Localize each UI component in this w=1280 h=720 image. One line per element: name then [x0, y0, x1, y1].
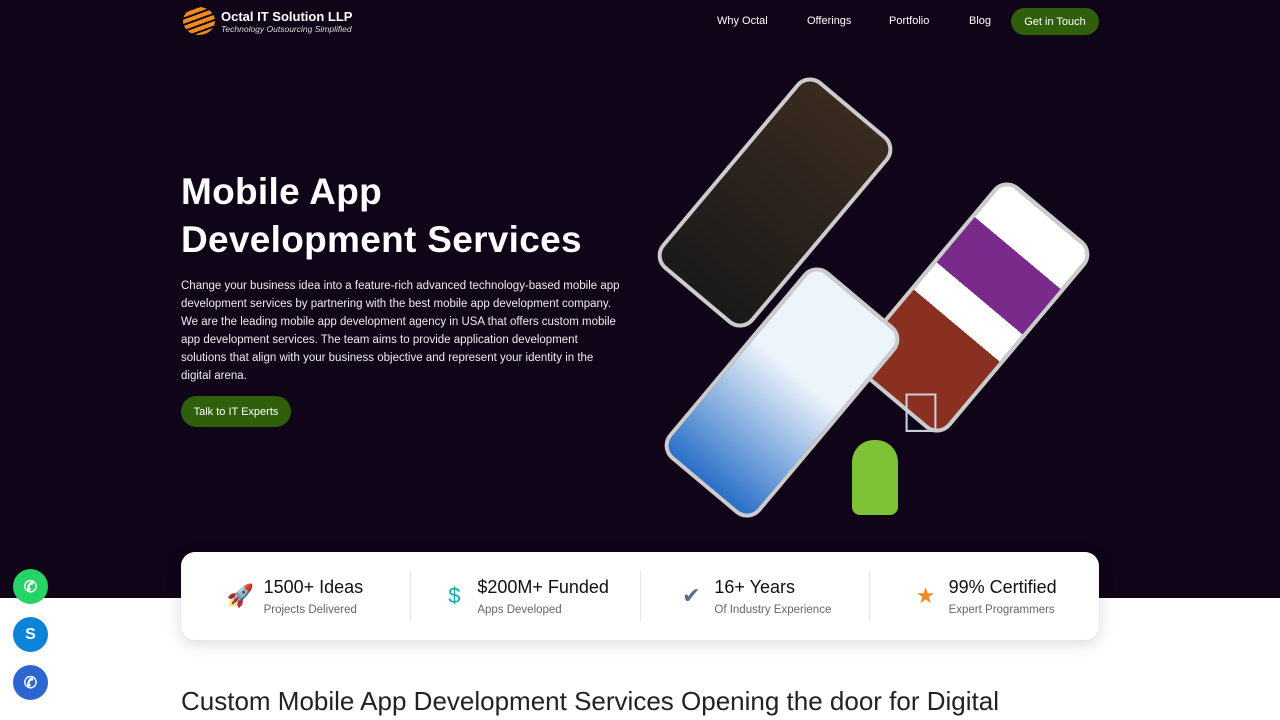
- stat-label: Projects Delivered: [263, 603, 357, 616]
- stat-value: 99% Certified: [948, 576, 1057, 597]
- stat-value: 16+ Years: [714, 576, 795, 597]
- stat-item: ★ 99% Certified Expert Programmers: [870, 571, 1099, 621]
- stat-value: $200M+ Funded: [477, 576, 609, 597]
- whatsapp-icon: ✆: [23, 578, 38, 596]
- whatsapp-button[interactable]: ✆: [13, 569, 48, 604]
- stat-item: 🚀 1500+ Ideas Projects Delivered: [181, 571, 411, 621]
- nav-offerings[interactable]: Offerings: [807, 15, 851, 27]
- page-title: Mobile App Development Services: [181, 168, 582, 264]
- hero-description: Change your business idea into a feature…: [181, 280, 620, 382]
- skype-icon: S: [25, 625, 36, 643]
- title-line: Mobile App: [181, 171, 382, 212]
- logo[interactable]: Octal IT Solution LLP Technology Outsour…: [183, 7, 352, 35]
- nav-why-octal[interactable]: Why Octal: [717, 15, 768, 27]
- stat-label: Apps Developed: [477, 603, 562, 616]
- navbar: Octal IT Solution LLP Technology Outsour…: [0, 0, 1280, 42]
- stat-label: Of Industry Experience: [714, 603, 832, 616]
- android-icon: [852, 440, 898, 515]
- stat-label: Expert Programmers: [948, 603, 1055, 616]
- rocket-icon: 🚀: [226, 583, 255, 608]
- nav-portfolio[interactable]: Portfolio: [889, 15, 929, 27]
- stat-value: 1500+ Ideas: [263, 576, 364, 597]
- stat-item: $ $200M+ Funded Apps Developed: [411, 571, 641, 621]
- brand-name: Octal IT Solution LLP: [221, 8, 353, 24]
- apple-icon: : [900, 380, 942, 445]
- section-heading: Custom Mobile App Development Services O…: [181, 686, 999, 716]
- logo-icon: [183, 7, 215, 35]
- phone-icon: ✆: [23, 674, 38, 692]
- money-bag-icon: $: [448, 583, 461, 608]
- get-in-touch-button[interactable]: Get in Touch: [1011, 8, 1099, 35]
- phone-mockup-ott: [650, 70, 900, 335]
- stats-bar: 🚀 1500+ Ideas Projects Delivered $ $200M+ F…: [181, 552, 1099, 640]
- stat-item: ✔ 16+ Years Of Industry Experience: [641, 571, 871, 621]
- badge-icon: ★: [915, 583, 936, 608]
- shield-check-icon: ✔: [682, 583, 701, 608]
- phone-mockup-social: [847, 175, 1097, 440]
- talk-to-experts-button[interactable]: Talk to IT Experts: [181, 396, 291, 427]
- phone-call-button[interactable]: ✆: [13, 665, 48, 700]
- brand-tagline: Technology Outsourcing Simplified: [221, 23, 352, 34]
- nav-blog[interactable]: Blog: [969, 15, 991, 27]
- title-line: Development Services: [181, 219, 582, 260]
- skype-button[interactable]: S: [13, 617, 48, 652]
- hero-section: Octal IT Solution LLP Technology Outsour…: [0, 0, 1280, 598]
